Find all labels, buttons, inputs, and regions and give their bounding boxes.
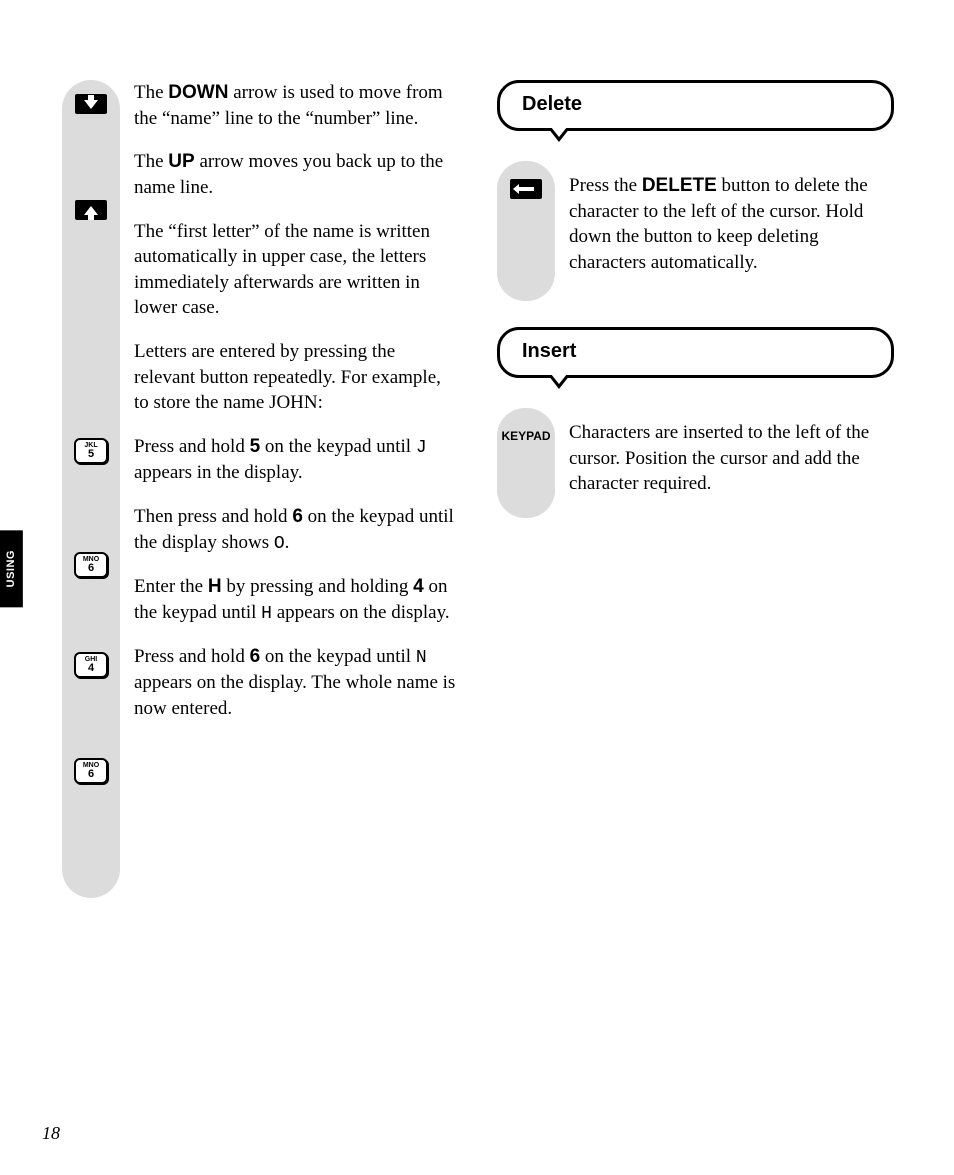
para-letters-entered: Letters are entered by pressing the rele… (134, 339, 459, 416)
para-press-6-n: Press and hold 6 on the keypad until N a… (134, 644, 459, 722)
para-first-letter: The “first letter” of the name is writte… (134, 219, 459, 322)
para-down-arrow: The DOWN arrow is used to move from the … (134, 80, 459, 131)
side-tab-using: USING (0, 530, 23, 607)
page-number: 18 (42, 1121, 60, 1145)
down-arrow-icon (75, 94, 107, 114)
para-up-arrow: The UP arrow moves you back up to the na… (134, 149, 459, 200)
para-press-5: Press and hold 5 on the keypad until J a… (134, 434, 459, 486)
para-press-6-o: Then press and hold 6 on the keypad unti… (134, 504, 459, 556)
keypad-5-icon: JKL 5 (74, 438, 108, 464)
delete-icon-gutter (497, 161, 555, 301)
insert-heading: Insert (497, 327, 894, 378)
delete-key-icon (510, 179, 542, 199)
para-insert: Characters are inserted to the left of t… (569, 420, 894, 497)
para-delete: Press the DELETE button to delete the ch… (569, 173, 894, 276)
up-arrow-icon (75, 200, 107, 220)
left-icon-gutter: JKL 5 MNO 6 GHI 4 (62, 80, 120, 898)
keypad-label-icon: KEYPAD (501, 428, 550, 444)
insert-icon-gutter: KEYPAD (497, 408, 555, 518)
keypad-6-icon: MNO 6 (74, 552, 108, 578)
keypad-4-icon: GHI 4 (74, 652, 108, 678)
left-column: JKL 5 MNO 6 GHI 4 (62, 80, 459, 898)
keypad-6b-icon: MNO 6 (74, 758, 108, 784)
delete-heading: Delete (497, 80, 894, 131)
para-press-4-h: Enter the H by pressing and holding 4 on… (134, 574, 459, 626)
right-column: Delete Press the DELETE button to delete… (497, 80, 894, 898)
